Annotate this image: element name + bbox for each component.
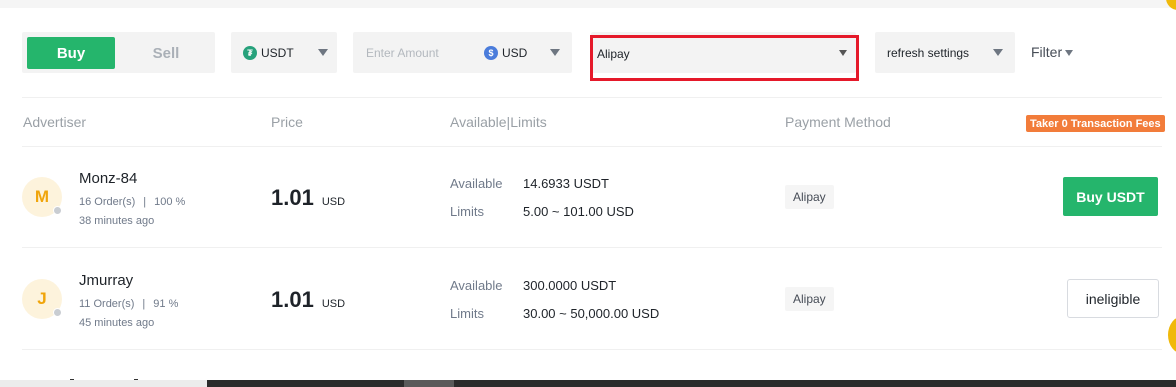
filter-button[interactable]: Filter [1031, 44, 1074, 60]
taskbar-left-segment [0, 380, 207, 387]
promo-badge: Taker 0 Transaction Fees [1026, 115, 1165, 132]
order-count: 11 Order(s) [79, 298, 135, 310]
amount-field[interactable]: Enter Amount $ USD [353, 32, 572, 73]
limits-label: Limits [450, 204, 484, 219]
online-status-dot [53, 308, 62, 317]
completion-rate: 91 % [153, 298, 179, 310]
header-payment-method: Payment Method [785, 114, 891, 130]
limits-value: 30.00 ~ 50,000.00 USD [523, 306, 660, 321]
caret-down-icon [1065, 50, 1074, 56]
avatar[interactable]: M [22, 177, 62, 217]
limits-value: 5.00 ~ 101.00 USD [523, 204, 634, 219]
price-currency: USD [321, 196, 346, 208]
trade-side-toggle: Buy Sell [22, 32, 215, 73]
buy-usdt-button[interactable]: Buy USDT [1063, 177, 1158, 216]
top-strip [0, 0, 1176, 8]
usdt-coin-icon: ₮ [243, 45, 257, 60]
asset-value: USDT [261, 45, 294, 60]
chevron-down-icon [550, 49, 560, 56]
payment-method-tag: Alipay [785, 185, 834, 209]
payment-method-value: Alipay [597, 47, 630, 61]
price-value: 1.01 [271, 185, 314, 210]
stats-separator: | [143, 196, 147, 208]
payment-method-select[interactable]: Alipay [591, 32, 856, 73]
stats-separator: | [142, 298, 146, 310]
completion-rate: 100 % [154, 196, 186, 208]
limits-label: Limits [450, 306, 484, 321]
refresh-settings-select[interactable]: refresh settings [875, 32, 1015, 73]
last-seen: 45 minutes ago [79, 317, 155, 329]
amount-placeholder: Enter Amount [366, 45, 439, 60]
header-advertiser: Advertiser [23, 114, 87, 130]
divider [22, 97, 1162, 98]
order-count: 16 Order(s) [79, 196, 136, 208]
online-status-dot [53, 206, 62, 215]
price: 1.01 USD [271, 287, 345, 313]
asset-select[interactable]: ₮ USDT [231, 32, 337, 73]
payment-method-tag: Alipay [785, 287, 834, 311]
available-label: Available [450, 278, 503, 293]
price-value: 1.01 [271, 287, 314, 312]
divider [22, 247, 1162, 248]
header-price: Price [271, 114, 303, 130]
usd-coin-icon: $ [484, 45, 498, 60]
available-label: Available [450, 176, 503, 191]
divider [22, 349, 1162, 350]
advertiser-name[interactable]: Monz-84 [79, 170, 137, 187]
buy-tab[interactable]: Buy [27, 37, 115, 69]
taskbar [0, 380, 1176, 387]
table-row: M Monz-84 16 Order(s) | 100 % 38 minutes… [0, 147, 1176, 247]
ineligible-button[interactable]: ineligible [1067, 279, 1159, 318]
price-currency: USD [321, 298, 346, 310]
refresh-settings-value: refresh settings [887, 45, 970, 60]
table-row: J Jmurray 11 Order(s) | 91 % 45 minutes … [0, 249, 1176, 349]
avatar[interactable]: J [22, 279, 62, 319]
chevron-down-icon [993, 49, 1003, 56]
available-value: 300.0000 USDT [523, 278, 617, 293]
corner-badge [1166, 0, 1176, 10]
advertiser-stats: 11 Order(s) | 91 % [79, 298, 178, 310]
sell-tab[interactable]: Sell [120, 37, 212, 69]
advertiser-name[interactable]: Jmurray [79, 272, 133, 289]
avatar-initial: J [37, 289, 47, 308]
filter-label: Filter [1031, 44, 1063, 60]
filter-bar: Buy Sell ₮ USDT Enter Amount $ USD Alipa… [0, 32, 1176, 74]
advertiser-stats: 16 Order(s) | 100 % [79, 196, 185, 208]
last-seen: 38 minutes ago [79, 215, 155, 227]
avatar-initial: M [34, 187, 50, 206]
chevron-down-icon [839, 50, 847, 56]
taskbar-active-segment [404, 380, 454, 387]
available-value: 14.6933 USDT [523, 176, 609, 191]
price: 1.01 USD [271, 185, 345, 211]
header-available-limits: Available|Limits [450, 114, 547, 130]
chevron-down-icon [318, 49, 328, 56]
currency-value: USD [502, 45, 528, 60]
